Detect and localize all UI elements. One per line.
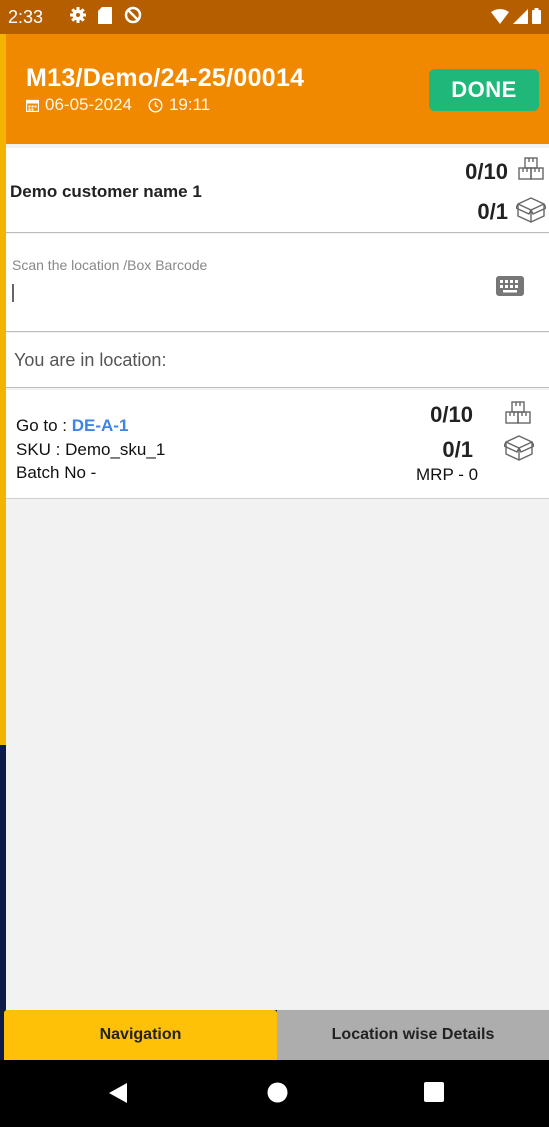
status-time: 2:33 [8,7,44,27]
calendar-icon [26,99,39,112]
box-icon [516,197,546,223]
battery-icon [532,8,541,24]
current-location-card: You are in location: [6,333,549,388]
document-date: 06-05-2024 [45,95,132,114]
tab-location-wise-details[interactable]: Location wise Details [277,1010,549,1060]
status-right-icons [491,8,541,24]
scan-input-placeholder: Scan the location /Box Barcode [12,257,208,273]
home-icon[interactable] [267,1082,288,1103]
clock-icon [148,97,163,113]
packages-icon [518,157,544,180]
item-box-count: 0/1 [442,437,473,462]
item-sku: SKU : Demo_sku_1 [16,440,166,459]
customer-qty-count: 0/10 [465,159,508,184]
document-time: 19:11 [168,95,211,114]
status-icons [70,6,142,24]
wifi-icon [491,8,509,24]
current-location-label: You are in location: [14,350,167,370]
settings-icon [70,7,86,23]
sd-card-icon [98,6,112,24]
goto-line: Go to : DE-A-1 [16,416,128,436]
recents-icon[interactable] [424,1082,444,1102]
text-cursor [12,284,14,302]
item-qty-count: 0/10 [430,402,473,427]
item-mrp: MRP - 0 [416,465,479,484]
tab-navigation[interactable]: Navigation [4,1010,277,1060]
customer-card: Demo customer name 1 0/10 0/1 [6,148,549,233]
packages-icon [505,401,531,424]
box-icon [504,435,534,461]
scan-field[interactable]: Scan the location /Box Barcode [6,234,549,332]
document-meta: 06-05-2024 19:11 [26,95,210,115]
data-saver-icon [124,6,142,24]
document-number: M13/Demo/24-25/00014 [26,64,305,92]
goto-location[interactable]: DE-A-1 [72,416,129,435]
content-area: Demo customer name 1 0/10 0/1 Scan the l… [6,144,549,1010]
pick-item-card[interactable]: Go to : DE-A-1 SKU : Demo_sku_1 Batch No… [6,390,549,499]
header-bar: M13/Demo/24-25/00014 06-05-2024 19:11 DO… [6,34,549,144]
goto-label: Go to : [16,416,72,435]
done-button[interactable]: DONE [429,69,539,111]
item-batch: Batch No - [16,463,97,482]
system-navigation-bar [0,1060,549,1127]
customer-name: Demo customer name 1 [10,182,202,201]
customer-box-count: 0/1 [477,199,508,224]
signal-icon [513,8,528,24]
bottom-tabs: Navigation Location wise Details [0,1010,549,1060]
back-icon[interactable] [107,1082,129,1104]
status-bar: 2:33 [0,0,549,34]
keyboard-icon[interactable] [496,276,524,296]
